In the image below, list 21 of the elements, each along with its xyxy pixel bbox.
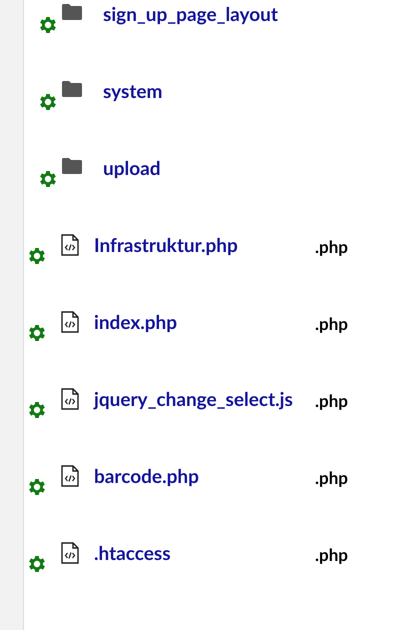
folder-link[interactable]: system	[103, 78, 324, 107]
file-link[interactable]: barcode.php	[94, 463, 315, 492]
code-file-icon	[61, 542, 79, 564]
folder-icon	[62, 80, 82, 96]
file-extension: .php	[315, 542, 348, 567]
file-extension: .php	[315, 466, 348, 490]
folder-link[interactable]: sign_up_page_layout	[103, 1, 324, 30]
file-link[interactable]: .htaccess	[94, 540, 315, 569]
code-file-icon	[61, 388, 79, 410]
code-file-icon	[61, 464, 79, 486]
folder-link[interactable]: upload	[103, 155, 324, 184]
file-extension: .php	[315, 388, 348, 413]
code-file-icon	[61, 310, 79, 332]
file-link[interactable]: jquery_change_select.js	[94, 386, 315, 415]
code-file-icon	[61, 234, 79, 256]
folder-icon	[62, 158, 82, 174]
file-extension: .php	[315, 312, 348, 336]
folder-icon	[62, 4, 82, 20]
file-extension: .php	[315, 234, 348, 259]
file-link[interactable]: Infrastruktur.php	[94, 232, 315, 261]
file-link[interactable]: index.php	[94, 309, 315, 338]
